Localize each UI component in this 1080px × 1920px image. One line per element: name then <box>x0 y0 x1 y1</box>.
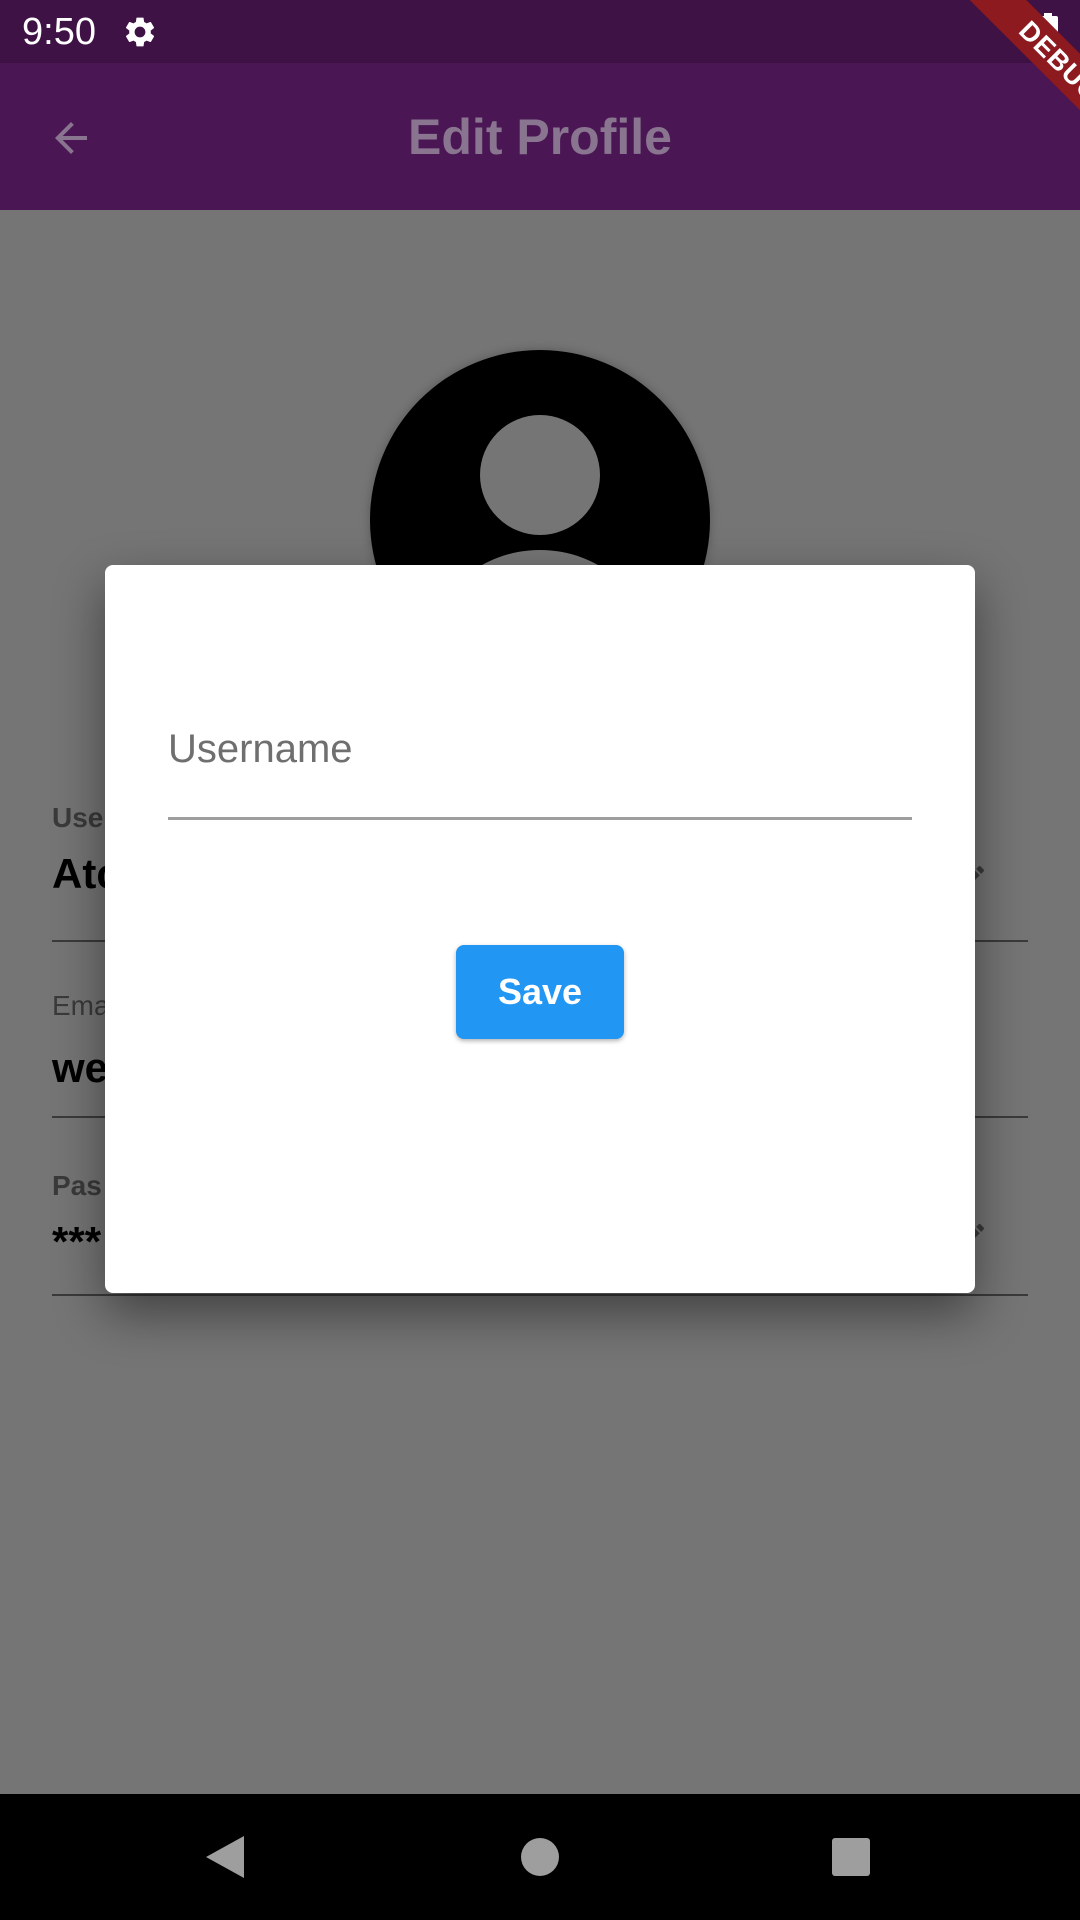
nav-recents-button[interactable] <box>818 1824 884 1890</box>
page-title: Edit Profile <box>408 108 672 165</box>
nav-recents-icon <box>832 1838 870 1876</box>
nav-back-button[interactable] <box>192 1824 258 1890</box>
username-label: Use <box>52 802 104 833</box>
edit-username-dialog: Username Save <box>105 565 975 1293</box>
app-bar: Edit Profile <box>0 63 1080 210</box>
avatar-head <box>480 415 600 535</box>
email-label: Ema <box>52 990 110 1021</box>
back-button[interactable] <box>40 107 102 169</box>
back-arrow-icon <box>55 122 87 154</box>
status-bar: 9:50 <box>0 0 1080 63</box>
username-input[interactable]: Username <box>168 725 912 820</box>
password-label: Pas <box>52 1170 102 1201</box>
save-button[interactable]: Save <box>456 945 624 1039</box>
nav-home-icon <box>521 1838 559 1876</box>
password-value: *** <box>52 1218 102 1265</box>
gear-icon <box>126 17 155 47</box>
nav-back-icon <box>206 1836 244 1878</box>
nav-home-button[interactable] <box>507 1824 573 1890</box>
system-nav-bar <box>0 1794 1080 1920</box>
debug-label: DEBUG <box>968 0 1080 154</box>
username-placeholder: Username <box>168 727 353 771</box>
status-time: 9:50 <box>22 11 96 53</box>
debug-banner: DEBUG <box>920 0 1080 160</box>
email-value: we <box>52 1044 109 1091</box>
